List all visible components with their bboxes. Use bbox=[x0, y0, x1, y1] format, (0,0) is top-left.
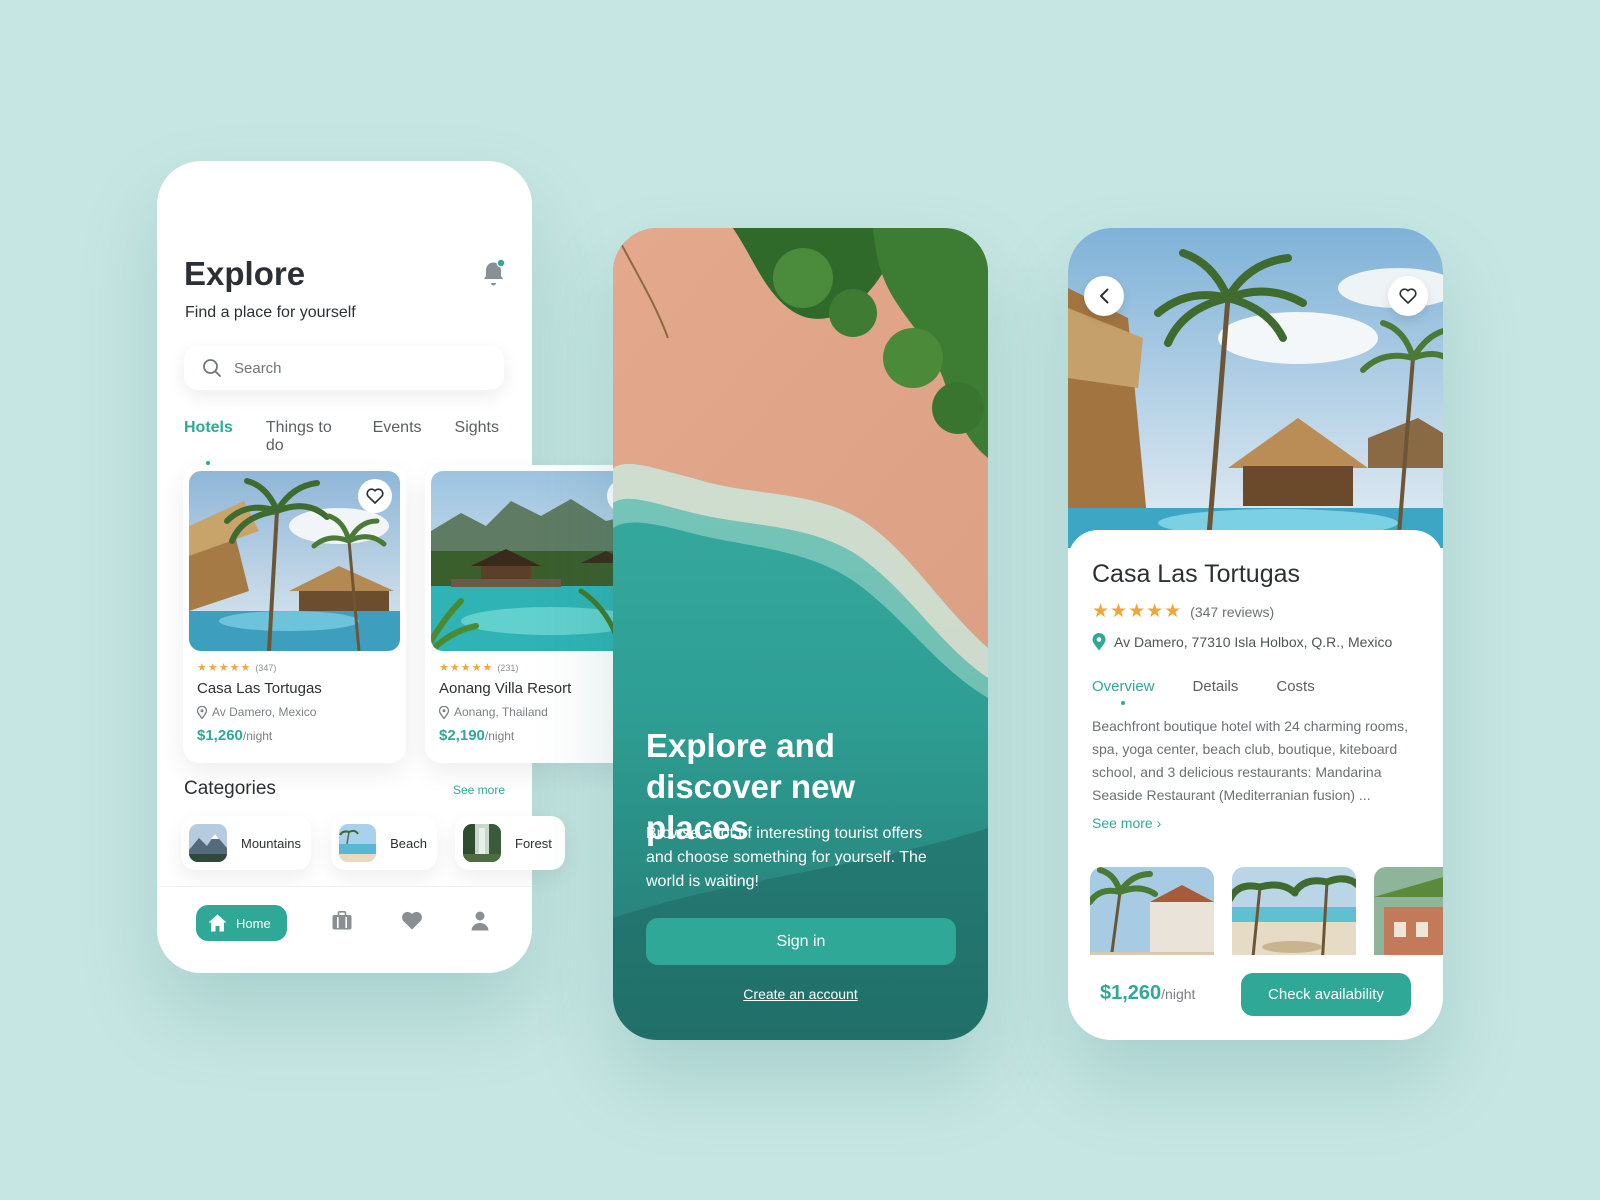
favorite-button[interactable] bbox=[358, 479, 392, 513]
tab-details[interactable]: Details bbox=[1193, 678, 1239, 695]
user-icon[interactable] bbox=[471, 911, 489, 936]
gallery-thumbnail[interactable] bbox=[1232, 867, 1356, 967]
hotel-price: $1,260/night bbox=[197, 727, 400, 744]
heart-outline-icon bbox=[366, 488, 384, 504]
category-label: Forest bbox=[515, 835, 552, 851]
check-availability-button[interactable]: Check availability bbox=[1241, 973, 1411, 1016]
hotel-rating: ★★★★★ (347 reviews) bbox=[1092, 600, 1274, 623]
category-label: Mountains bbox=[241, 835, 301, 851]
nav-home-label: Home bbox=[236, 915, 271, 931]
category-chip-beach[interactable]: Beach bbox=[331, 816, 437, 870]
chevron-left-icon bbox=[1100, 288, 1109, 304]
gallery-thumbnail[interactable] bbox=[1090, 867, 1214, 967]
categories-heading: Categories bbox=[184, 778, 276, 799]
price-unit: /night bbox=[484, 729, 515, 743]
heart-outline-icon bbox=[1399, 288, 1417, 304]
review-count: (231) bbox=[497, 662, 519, 673]
nav-home-button[interactable]: Home bbox=[196, 905, 287, 941]
forest-thumbnail bbox=[463, 824, 501, 862]
hotel-price: $1,260/night bbox=[1100, 982, 1195, 1005]
see-more-link[interactable]: See more › bbox=[1092, 815, 1161, 831]
price-unit: /night bbox=[1161, 986, 1196, 1002]
hotel-hero-photo bbox=[1068, 228, 1443, 548]
page-subtitle: Find a place for yourself bbox=[185, 304, 356, 321]
location-pin-icon bbox=[439, 705, 449, 719]
create-account-link[interactable]: Create an account bbox=[613, 986, 988, 1002]
page-title: Explore bbox=[184, 255, 306, 292]
category-chip-forest[interactable]: Forest bbox=[455, 816, 565, 870]
detail-tabs: Overview Details Costs bbox=[1092, 678, 1353, 705]
hotel-address: Av Damero, 77310 Isla Holbox, Q.R., Mexi… bbox=[1092, 633, 1392, 651]
review-count: (347) bbox=[255, 662, 277, 673]
hotel-card[interactable]: ★★★★★ (347) Casa Las Tortugas Av Damero,… bbox=[183, 465, 406, 763]
review-count: (347 reviews) bbox=[1190, 603, 1275, 620]
favorite-button[interactable] bbox=[1388, 276, 1428, 316]
gallery-thumbnail[interactable] bbox=[1374, 867, 1443, 967]
star-rating-icon: ★★★★★ bbox=[439, 662, 494, 674]
hotel-photo bbox=[189, 471, 400, 651]
hotel-name: Casa Las Tortugas bbox=[1092, 560, 1300, 588]
beach-thumbnail bbox=[339, 824, 377, 862]
explore-screen: Explore Find a place for yourself Search… bbox=[157, 161, 655, 973]
tab-sights[interactable]: Sights bbox=[455, 419, 499, 455]
location-pin-icon bbox=[197, 705, 207, 719]
hotel-name: Casa Las Tortugas bbox=[197, 680, 322, 697]
hotel-rating: ★★★★★ (347) bbox=[197, 661, 400, 674]
bottom-navigation: Home bbox=[157, 886, 532, 973]
category-label: Beach bbox=[390, 835, 427, 851]
see-more-link[interactable]: See more bbox=[453, 783, 505, 797]
back-button[interactable] bbox=[1084, 276, 1124, 316]
search-input[interactable]: Search bbox=[184, 346, 504, 390]
category-tabs: Hotels Things to do Events Sights bbox=[184, 419, 532, 465]
star-rating-icon: ★★★★★ bbox=[1092, 601, 1183, 622]
hotel-location: Av Damero, Mexico bbox=[197, 705, 400, 719]
search-icon bbox=[203, 359, 221, 377]
briefcase-icon[interactable] bbox=[332, 911, 352, 935]
tab-events[interactable]: Events bbox=[373, 419, 422, 455]
price-value: $1,260 bbox=[197, 727, 243, 744]
tab-things-to-do[interactable]: Things to do bbox=[266, 419, 340, 455]
tab-costs[interactable]: Costs bbox=[1276, 678, 1314, 695]
tab-overview[interactable]: Overview bbox=[1092, 678, 1155, 705]
hotel-description: Beachfront boutique hotel with 24 charmi… bbox=[1092, 718, 1408, 803]
category-chip-mountains[interactable]: Mountains bbox=[181, 816, 311, 870]
star-rating-icon: ★★★★★ bbox=[197, 662, 252, 674]
welcome-description: Browse a lot of interesting tourist offe… bbox=[646, 825, 927, 890]
search-placeholder: Search bbox=[234, 359, 282, 377]
notification-bell-icon[interactable] bbox=[480, 257, 506, 287]
tab-hotels[interactable]: Hotels bbox=[184, 419, 233, 465]
hotel-address-text: Av Damero, 77310 Isla Holbox, Q.R., Mexi… bbox=[1114, 634, 1393, 650]
price-value: $1,260 bbox=[1100, 982, 1162, 1004]
hotel-location-text: Aonang, Thailand bbox=[454, 705, 548, 719]
heart-icon[interactable] bbox=[401, 911, 423, 935]
price-unit: /night bbox=[242, 729, 273, 743]
home-icon bbox=[208, 914, 227, 932]
mountains-thumbnail bbox=[189, 824, 227, 862]
price-value: $2,190 bbox=[439, 727, 485, 744]
welcome-screen: Explore and discover new places Browse a… bbox=[613, 228, 988, 1040]
hotel-location-text: Av Damero, Mexico bbox=[212, 705, 317, 719]
sign-in-button[interactable]: Sign in bbox=[646, 918, 956, 965]
location-pin-icon bbox=[1092, 633, 1106, 651]
hotel-details-screen: Casa Las Tortugas ★★★★★ (347 reviews) Av… bbox=[1068, 228, 1443, 1040]
booking-footer: $1,260/night Check availability bbox=[1068, 955, 1443, 1040]
